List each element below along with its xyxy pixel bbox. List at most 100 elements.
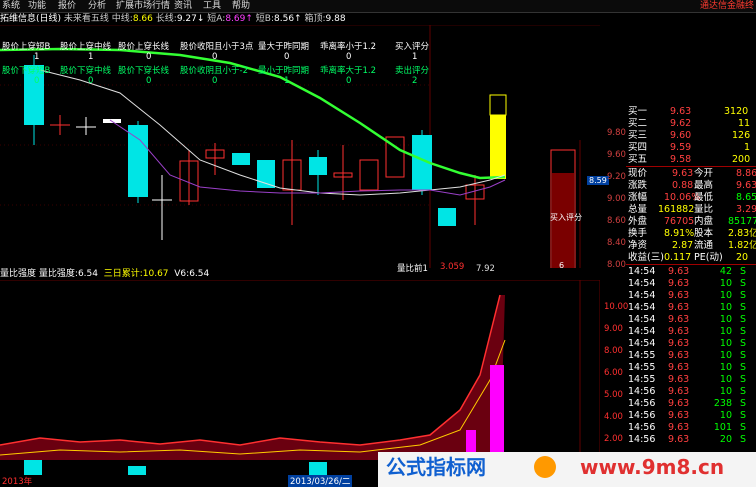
tick-row: 14:54 9.63 42 S — [628, 266, 746, 278]
volume-ratio-low: 7.92 — [476, 264, 495, 274]
buy-cond-6: 买入评分 — [395, 42, 430, 52]
buy-cond-0: 股价上穿短B — [2, 42, 51, 52]
indicator-s3-label: V6: — [174, 269, 190, 279]
tick-side: S — [740, 314, 747, 325]
stat-label: 涨幅 — [628, 192, 648, 203]
divider — [626, 166, 756, 167]
price-axis-label: 9.60 — [607, 150, 626, 160]
sell-cond-6: 卖出评分 — [395, 66, 430, 76]
tick-price: 9.63 — [668, 374, 690, 385]
sell-val-6: 2 — [412, 76, 418, 86]
book-vol: 200 — [732, 154, 751, 165]
stat-value: 8.65 — [736, 192, 756, 203]
watermark-logo-icon — [534, 456, 556, 478]
hb-label: 短B: — [255, 14, 274, 24]
stat-value: 20 — [736, 252, 749, 263]
stat-value: 1.82亿 — [728, 240, 756, 251]
stat-label: 最高 — [694, 180, 714, 191]
tick-time: 14:56 — [628, 434, 656, 445]
tick-price: 9.63 — [668, 290, 690, 301]
tick-row: 14:54 9.63 10 S — [628, 338, 746, 350]
tick-volume: 10 — [719, 410, 732, 421]
buy-cond-2: 股价上穿长线 — [118, 42, 170, 52]
book-label: 买四 — [628, 142, 648, 153]
sell-cond-1: 股价下穿中线 — [60, 66, 112, 76]
tick-time: 14:56 — [628, 386, 656, 397]
menu-system[interactable]: 系统 — [2, 0, 20, 12]
menu-info[interactable]: 资讯 — [174, 0, 192, 12]
menu-help[interactable]: 帮助 — [232, 0, 250, 12]
tick-time: 14:54 — [628, 278, 656, 289]
menu-quote[interactable]: 报价 — [58, 0, 76, 12]
buy-score-label: 买入评分 — [550, 213, 582, 222]
tick-time: 14:55 — [628, 362, 656, 373]
tick-volume: 20 — [719, 434, 732, 445]
date-left: 2013年 — [2, 477, 33, 487]
book-label: 买二 — [628, 118, 648, 129]
buy-val-3: 0 — [212, 52, 218, 62]
book-price: 9.63 — [670, 106, 692, 117]
tick-price: 9.63 — [668, 338, 690, 349]
divider — [626, 264, 756, 265]
tick-row: 14:54 9.63 10 S — [628, 302, 746, 314]
buy-val-5: 0 — [346, 52, 352, 62]
tick-volume: 10 — [719, 338, 732, 349]
indicator-s3-value: 6.54 — [189, 269, 210, 279]
tick-side: S — [740, 338, 747, 349]
tick-volume: 10 — [719, 362, 732, 373]
tick-side: S — [740, 374, 747, 385]
zx-label: 中线: — [111, 14, 133, 24]
sell-val-0: 0 — [34, 76, 40, 86]
tick-time: 14:54 — [628, 266, 656, 277]
tick-row: 14:56 9.63 238 S — [628, 398, 746, 410]
cx-value: 9.27↓ — [176, 14, 205, 24]
menu-function[interactable]: 功能 — [28, 0, 46, 12]
indicator-name[interactable]: 量比强度 — [0, 269, 36, 279]
price-axis-label: 8.60 — [607, 216, 626, 226]
book-price: 9.58 — [670, 154, 692, 165]
tick-volume: 10 — [719, 350, 732, 361]
xl-label: 箱顶: — [304, 14, 326, 24]
volume-ratio-value: 3.059 — [440, 262, 465, 272]
cx-label: 长线: — [155, 14, 177, 24]
zx-value: 8.66 — [132, 14, 153, 24]
watermark-url: www.9m8.cn — [580, 455, 725, 479]
tick-price: 9.63 — [668, 422, 690, 433]
tick-side: S — [740, 266, 747, 277]
tick-time: 14:54 — [628, 302, 656, 313]
volume-ratio-chart[interactable] — [0, 280, 600, 475]
stat-value: 0.117 — [664, 252, 692, 263]
lower-axis-label: 2.00 — [604, 434, 623, 444]
tick-price: 9.63 — [668, 362, 690, 373]
menu-tools[interactable]: 工具 — [203, 0, 221, 12]
tick-row: 14:55 9.63 10 S — [628, 350, 746, 362]
stat-value: 2.83亿 — [728, 228, 756, 239]
indicator-s1-value: 6.54 — [77, 269, 98, 279]
tick-row: 14:54 9.63 10 S — [628, 290, 746, 302]
tick-time: 14:56 — [628, 410, 656, 421]
tick-price: 9.63 — [668, 350, 690, 361]
buy-score-value: 6 — [559, 261, 565, 270]
sell-cond-2: 股价下穿长线 — [118, 66, 170, 76]
stat-value: 8.86 — [736, 168, 756, 179]
tick-volume: 10 — [719, 314, 732, 325]
formula-name[interactable]: 未来看五线 — [64, 14, 109, 24]
price-axis-label: 9.20 — [607, 172, 626, 182]
stat-label: 最低 — [694, 192, 714, 203]
menu-extend-market[interactable]: 扩展市场行情 — [116, 0, 170, 12]
price-axis-label: 8.00 — [607, 260, 626, 270]
tick-price: 9.63 — [668, 326, 690, 337]
tick-time: 14:55 — [628, 350, 656, 361]
tick-price: 9.63 — [668, 386, 690, 397]
book-vol: 3120 — [724, 106, 749, 117]
menu-analysis[interactable]: 分析 — [88, 0, 106, 12]
stat-label: 收益(三) — [628, 252, 664, 263]
price-axis-label: 9.80 — [607, 128, 626, 138]
app-brand: 通达信金融终 — [699, 1, 754, 11]
stat-label: 换手 — [628, 228, 648, 239]
indicator-s2-label: 三日累计: — [103, 269, 143, 279]
buy-cond-1: 股价上穿中线 — [60, 42, 112, 52]
sell-cond-3: 股价收阴且小于-2 — [180, 66, 248, 76]
tick-row: 14:56 9.63 101 S — [628, 422, 746, 434]
tick-time: 14:56 — [628, 398, 656, 409]
